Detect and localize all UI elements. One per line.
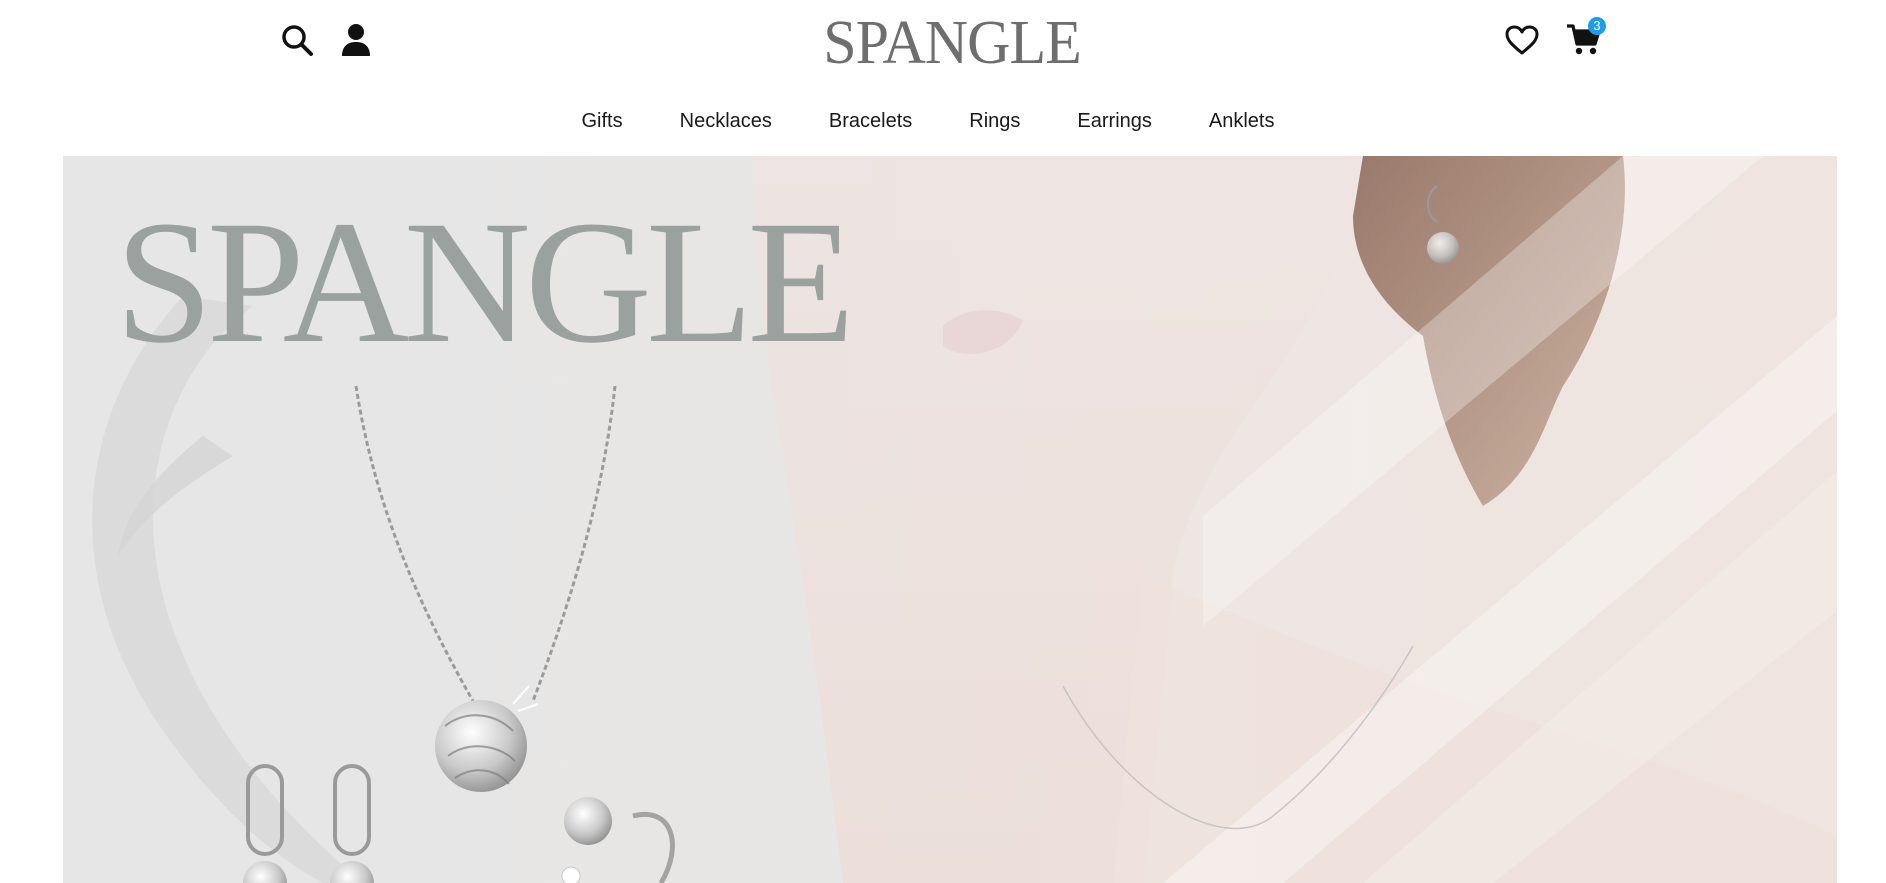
wishlist-button[interactable] — [1502, 20, 1542, 60]
nav-item-gifts[interactable]: Gifts — [582, 106, 623, 136]
hero-brand-text: SPANGLE — [115, 185, 855, 380]
main-nav: Gifts Necklaces Bracelets Rings Earrings… — [0, 106, 1886, 136]
nav-item-necklaces[interactable]: Necklaces — [680, 106, 772, 136]
search-icon — [280, 23, 314, 57]
nav-list: Gifts Necklaces Bracelets Rings Earrings… — [553, 106, 1303, 136]
site-header: SPANGLE 3 Gifts Necklaces Bracelets Ring… — [0, 0, 1886, 156]
nav-item-earrings[interactable]: Earrings — [1077, 106, 1151, 136]
nav-item-bracelets[interactable]: Bracelets — [829, 106, 912, 136]
hero-banner[interactable]: SPANGLE — [63, 156, 1837, 883]
site-logo[interactable]: SPANGLE — [823, 10, 1082, 74]
heart-icon — [1505, 25, 1539, 55]
search-button[interactable] — [277, 20, 317, 60]
nav-item-anklets[interactable]: Anklets — [1209, 106, 1275, 136]
account-button[interactable] — [336, 20, 376, 60]
cart-button[interactable]: 3 — [1564, 17, 1606, 60]
cart-count-badge: 3 — [1588, 17, 1606, 35]
user-icon — [340, 23, 372, 57]
nav-item-rings[interactable]: Rings — [969, 106, 1020, 136]
